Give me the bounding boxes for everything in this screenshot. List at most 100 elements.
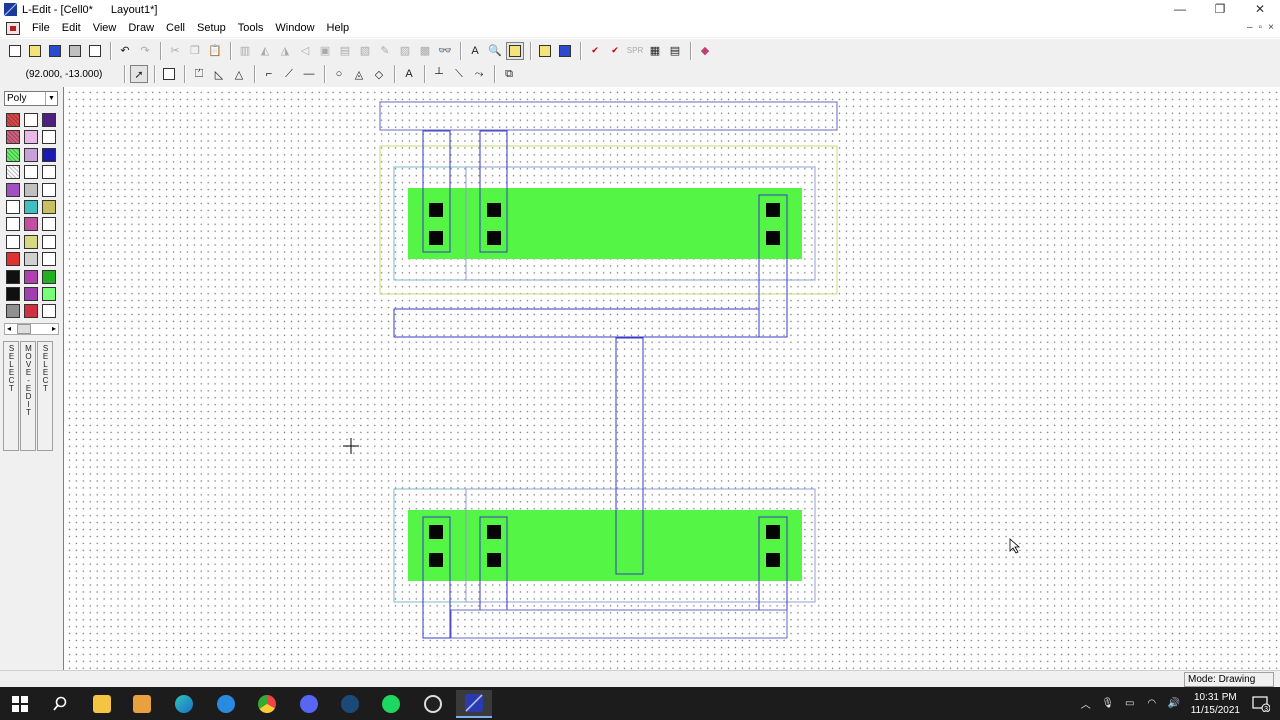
drc-icon[interactable]: ✔ [586,42,604,60]
extract-icon[interactable]: ▦ [646,42,664,60]
scroll-right-icon[interactable]: ▸ [52,324,56,334]
chevron-up-icon[interactable]: ︿ [1078,696,1094,711]
mouse-mode-left[interactable]: SELECT [3,341,19,451]
flip-horizontal-icon[interactable]: ◭ [256,42,274,60]
layer-swatch[interactable] [6,165,20,180]
paste-icon[interactable]: 📋 [206,42,224,60]
layer-swatch[interactable] [24,199,38,214]
port-tool-icon[interactable]: A [400,65,418,83]
layer-swatch[interactable] [6,182,20,197]
layer-swatch[interactable] [42,269,56,284]
mouse-mode-right[interactable]: SELECT [37,341,53,451]
layer-swatch[interactable] [6,217,20,232]
open-folder-icon[interactable] [26,42,44,60]
contact-cut[interactable] [766,553,780,567]
doc-close-button[interactable]: × [1268,19,1274,37]
copy-icon[interactable]: ❐ [186,42,204,60]
taskbar-edge[interactable] [166,690,202,718]
ruler-any-icon[interactable]: ⤳ [470,65,488,83]
rotate-icon[interactable]: ▥ [236,42,254,60]
contact-cut[interactable] [766,525,780,539]
ruler-icon[interactable]: ┴ [430,65,448,83]
group-icon[interactable]: ▣ [316,42,334,60]
document-icon[interactable] [6,21,20,35]
cell-open-icon[interactable] [536,42,554,60]
top-metal-rail[interactable] [379,101,838,131]
layer-swatch[interactable] [42,252,56,267]
nmos-active[interactable] [408,510,802,581]
polygon-90-icon[interactable]: ⏍ [190,65,208,83]
layer-swatch[interactable] [6,304,20,319]
layer-swatch[interactable] [42,182,56,197]
layer-swatch[interactable] [24,286,38,301]
slice-icon[interactable]: ✎ [376,42,394,60]
redo-icon[interactable]: ↷ [136,42,154,60]
ungroup-icon[interactable]: ▤ [336,42,354,60]
close-button[interactable]: ✕ [1240,0,1280,19]
menu-draw[interactable]: Draw [122,19,160,37]
menu-setup[interactable]: Setup [191,19,232,37]
menu-help[interactable]: Help [321,19,356,37]
contact-cut[interactable] [487,553,501,567]
layer-swatch[interactable] [42,199,56,214]
network-icon[interactable]: ◠ [1144,698,1160,709]
new-file-icon[interactable] [6,42,24,60]
menu-edit[interactable]: Edit [56,19,87,37]
eraser-icon[interactable]: ◆ [696,42,714,60]
layers-icon[interactable] [506,41,524,60]
menu-tools[interactable]: Tools [232,19,270,37]
polygon-45-icon[interactable]: ◺ [210,65,228,83]
drc-box-icon[interactable]: ✔ [606,42,624,60]
spr-icon[interactable]: SPR [626,42,644,60]
layer-swatch[interactable] [6,286,20,301]
layer-swatch[interactable] [6,199,20,214]
wire-any-icon[interactable]: — [300,65,318,83]
doc-restore-button[interactable]: ▫ [1259,19,1263,37]
menu-view[interactable]: View [87,19,123,37]
layer-swatch[interactable] [24,252,38,267]
layout-drawing[interactable] [64,87,1280,670]
layer-swatch[interactable] [24,304,38,319]
layer-swatch[interactable] [24,269,38,284]
layer-swatch[interactable] [42,286,56,301]
find-icon[interactable]: 👓 [436,42,454,60]
cell-instance-icon[interactable] [556,42,574,60]
taskbar-obs[interactable] [415,690,451,718]
contact-cut[interactable] [429,203,443,217]
volume-icon[interactable]: 🔊 [1166,698,1182,709]
instance-icon[interactable]: ⧉ [500,65,518,83]
grow-icon[interactable]: ▩ [416,42,434,60]
layer-swatch[interactable] [42,113,56,127]
torus-icon[interactable]: ◇ [370,65,388,83]
layer-swatch[interactable] [42,217,56,232]
undo-icon[interactable]: ↶ [116,42,134,60]
merge-icon[interactable]: ▧ [356,42,374,60]
palette-scrollbar[interactable]: ◂ ▸ [4,323,59,335]
layer-swatch[interactable] [6,269,20,284]
wire-45-icon[interactable]: ⟋ [280,65,298,83]
taskbar-media-player[interactable] [124,690,160,718]
pie-wedge-icon[interactable]: ◬ [350,65,368,83]
middle-metal-strip[interactable] [393,308,760,338]
minimize-button[interactable]: — [1160,0,1200,19]
layout-canvas[interactable] [64,87,1280,670]
taskbar-discord[interactable] [291,690,327,718]
ruler-45-icon[interactable]: ⟍ [450,65,468,83]
taskbar-l-edit[interactable] [456,690,492,718]
pmos-active[interactable] [408,188,802,259]
wire-90-icon[interactable]: ⌐ [260,65,278,83]
contact-cut[interactable] [766,231,780,245]
taskbar-search[interactable] [42,690,78,718]
taskbar-internet-explorer[interactable] [208,690,244,718]
layer-swatch[interactable] [6,113,20,127]
save-icon[interactable] [46,42,64,60]
taskbar-steam[interactable] [332,690,368,718]
box-tool-icon[interactable] [160,65,178,83]
taskbar-spotify[interactable] [373,690,409,718]
doc-minimize-button[interactable]: – [1247,19,1253,37]
print-icon[interactable] [66,42,84,60]
circle-tool-icon[interactable]: ○ [330,65,348,83]
layer-swatch[interactable] [42,165,56,180]
scroll-left-icon[interactable]: ◂ [7,324,11,334]
flip-vertical-icon[interactable]: ◮ [276,42,294,60]
